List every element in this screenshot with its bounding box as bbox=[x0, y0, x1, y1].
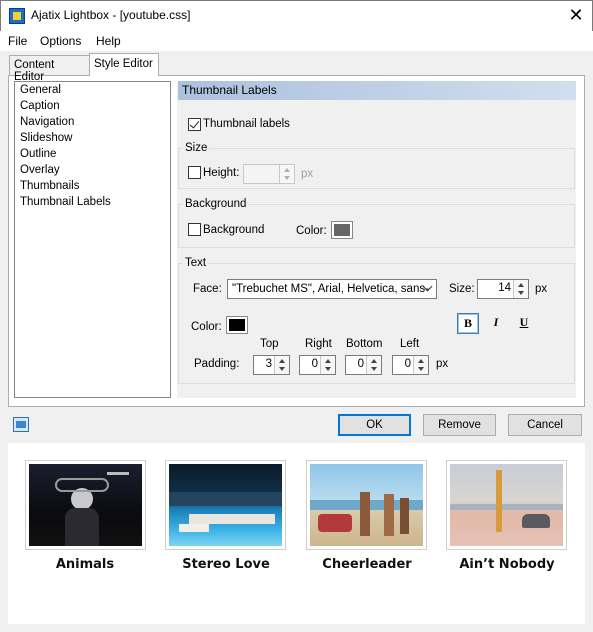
app-icon bbox=[9, 8, 25, 24]
padding-top-label: Top bbox=[260, 338, 279, 350]
padding-left-stepper[interactable]: 0 bbox=[392, 355, 429, 375]
menu-help[interactable]: Help bbox=[96, 34, 121, 48]
height-stepper[interactable] bbox=[243, 164, 295, 184]
background-label: Background bbox=[203, 224, 265, 236]
font-size-value: 14 bbox=[498, 282, 511, 294]
height-label: Height: bbox=[203, 167, 240, 179]
tab-content-editor[interactable]: Content Editor bbox=[9, 55, 90, 83]
thumbnail-label-aint-nobody: Ain’t Nobody bbox=[459, 557, 555, 572]
thumbnail-label-cheerleader: Cheerleader bbox=[322, 557, 412, 572]
bold-button[interactable]: B bbox=[457, 313, 479, 334]
padding-top-value: 3 bbox=[265, 358, 272, 370]
thumbnail-image bbox=[450, 464, 563, 546]
font-face-value: "Trebuchet MS", Arial, Helvetica, sans- bbox=[232, 283, 429, 295]
background-group: Background bbox=[178, 198, 575, 248]
window-title: Ajatix Lightbox - [youtube.css] bbox=[31, 8, 191, 22]
underline-button[interactable]: U bbox=[513, 313, 535, 334]
remove-button[interactable]: Remove bbox=[423, 414, 496, 436]
thumbnail-stereo-love[interactable] bbox=[165, 460, 286, 550]
list-item-thumbnail-labels[interactable]: Thumbnail Labels bbox=[20, 196, 111, 208]
font-size-stepper[interactable]: 14 bbox=[477, 279, 529, 299]
text-group-label: Text bbox=[183, 257, 209, 269]
padding-label: Padding: bbox=[194, 358, 240, 370]
background-group-label: Background bbox=[183, 198, 249, 210]
thumbnail-image bbox=[29, 464, 142, 546]
list-item-outline[interactable]: Outline bbox=[20, 148, 56, 160]
font-face-select[interactable]: "Trebuchet MS", Arial, Helvetica, sans- bbox=[227, 279, 437, 299]
padding-bottom-value: 0 bbox=[357, 358, 364, 370]
list-item-navigation[interactable]: Navigation bbox=[20, 116, 74, 128]
padding-top-stepper[interactable]: 3 bbox=[253, 355, 290, 375]
background-color-label: Color: bbox=[296, 225, 327, 237]
style-category-list[interactable]: General Caption Navigation Slideshow Out… bbox=[14, 81, 171, 398]
thumbnail-image bbox=[310, 464, 423, 546]
tab-style-editor[interactable]: Style Editor bbox=[89, 53, 159, 76]
list-item-general[interactable]: General bbox=[20, 84, 61, 96]
padding-right-value: 0 bbox=[311, 358, 318, 370]
cancel-button[interactable]: Cancel bbox=[508, 414, 582, 436]
list-item-slideshow[interactable]: Slideshow bbox=[20, 132, 72, 144]
height-unit: px bbox=[301, 168, 314, 180]
close-icon[interactable]: ✕ bbox=[565, 4, 587, 26]
preview-area: Animals Stereo Love Cheerleader Ain’t No… bbox=[8, 443, 585, 624]
size-group: Size bbox=[178, 142, 575, 189]
padding-unit: px bbox=[436, 358, 449, 370]
menu-file[interactable]: File bbox=[8, 34, 27, 48]
preview-icon[interactable] bbox=[13, 417, 29, 432]
size-group-label: Size bbox=[183, 142, 210, 154]
thumbnail-label-animals: Animals bbox=[55, 557, 115, 572]
menu-bar bbox=[0, 31, 593, 51]
text-color-swatch[interactable] bbox=[226, 316, 248, 334]
padding-bottom-arrows[interactable] bbox=[366, 356, 381, 374]
menu-options[interactable]: Options bbox=[40, 34, 81, 48]
list-item-caption[interactable]: Caption bbox=[20, 100, 60, 112]
font-size-unit: px bbox=[535, 283, 548, 295]
thumbnail-animals[interactable] bbox=[25, 460, 146, 550]
text-color-fill bbox=[229, 319, 245, 331]
padding-right-arrows[interactable] bbox=[320, 356, 335, 374]
ok-button[interactable]: OK bbox=[338, 414, 411, 436]
list-item-overlay[interactable]: Overlay bbox=[20, 164, 60, 176]
list-item-thumbnails[interactable]: Thumbnails bbox=[20, 180, 79, 192]
padding-top-arrows[interactable] bbox=[274, 356, 289, 374]
padding-bottom-label: Bottom bbox=[346, 338, 383, 350]
italic-button[interactable]: I bbox=[485, 313, 507, 334]
thumbnail-image bbox=[169, 464, 282, 546]
height-stepper-arrows[interactable] bbox=[279, 165, 294, 183]
background-color-fill bbox=[334, 224, 350, 236]
padding-right-label: Right bbox=[305, 338, 332, 350]
padding-left-arrows[interactable] bbox=[413, 356, 428, 374]
thumbnail-labels-checkbox[interactable] bbox=[188, 118, 201, 131]
thumbnail-cheerleader[interactable] bbox=[306, 460, 427, 550]
thumbnail-label-stereo-love: Stereo Love bbox=[182, 557, 270, 572]
font-size-stepper-arrows[interactable] bbox=[513, 280, 528, 298]
background-color-swatch[interactable] bbox=[331, 221, 353, 239]
padding-right-stepper[interactable]: 0 bbox=[299, 355, 336, 375]
size-label: Size: bbox=[449, 283, 475, 295]
padding-bottom-stepper[interactable]: 0 bbox=[345, 355, 382, 375]
padding-left-label: Left bbox=[400, 338, 420, 350]
padding-left-value: 0 bbox=[404, 358, 411, 370]
thumbnail-labels-label: Thumbnail labels bbox=[203, 118, 290, 130]
background-checkbox[interactable] bbox=[188, 223, 201, 236]
face-label: Face: bbox=[193, 283, 222, 295]
section-header: Thumbnail Labels bbox=[178, 81, 576, 100]
height-checkbox[interactable] bbox=[188, 166, 201, 179]
text-color-label: Color: bbox=[191, 321, 222, 333]
thumbnail-aint-nobody[interactable] bbox=[446, 460, 567, 550]
